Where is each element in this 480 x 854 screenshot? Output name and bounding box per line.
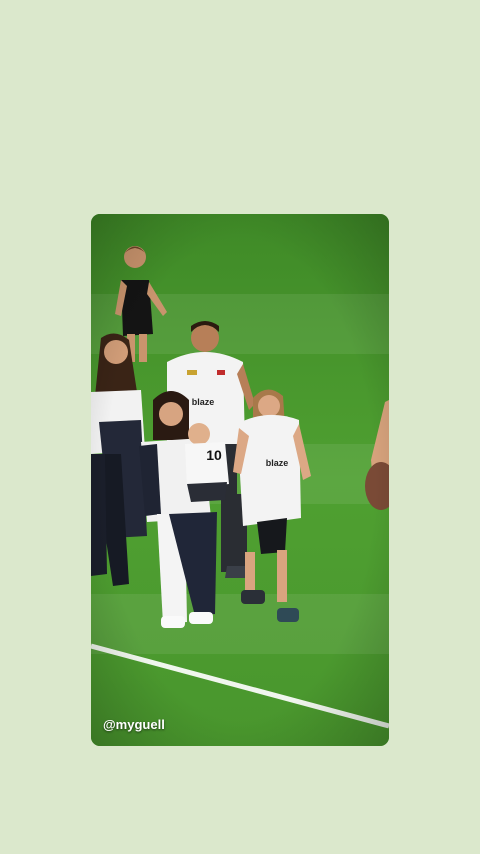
stadium-scene: blaze 10 — [91, 214, 389, 746]
watermark-handle[interactable]: @myguell — [103, 717, 165, 732]
story-media-card[interactable]: blaze 10 — [91, 214, 389, 746]
